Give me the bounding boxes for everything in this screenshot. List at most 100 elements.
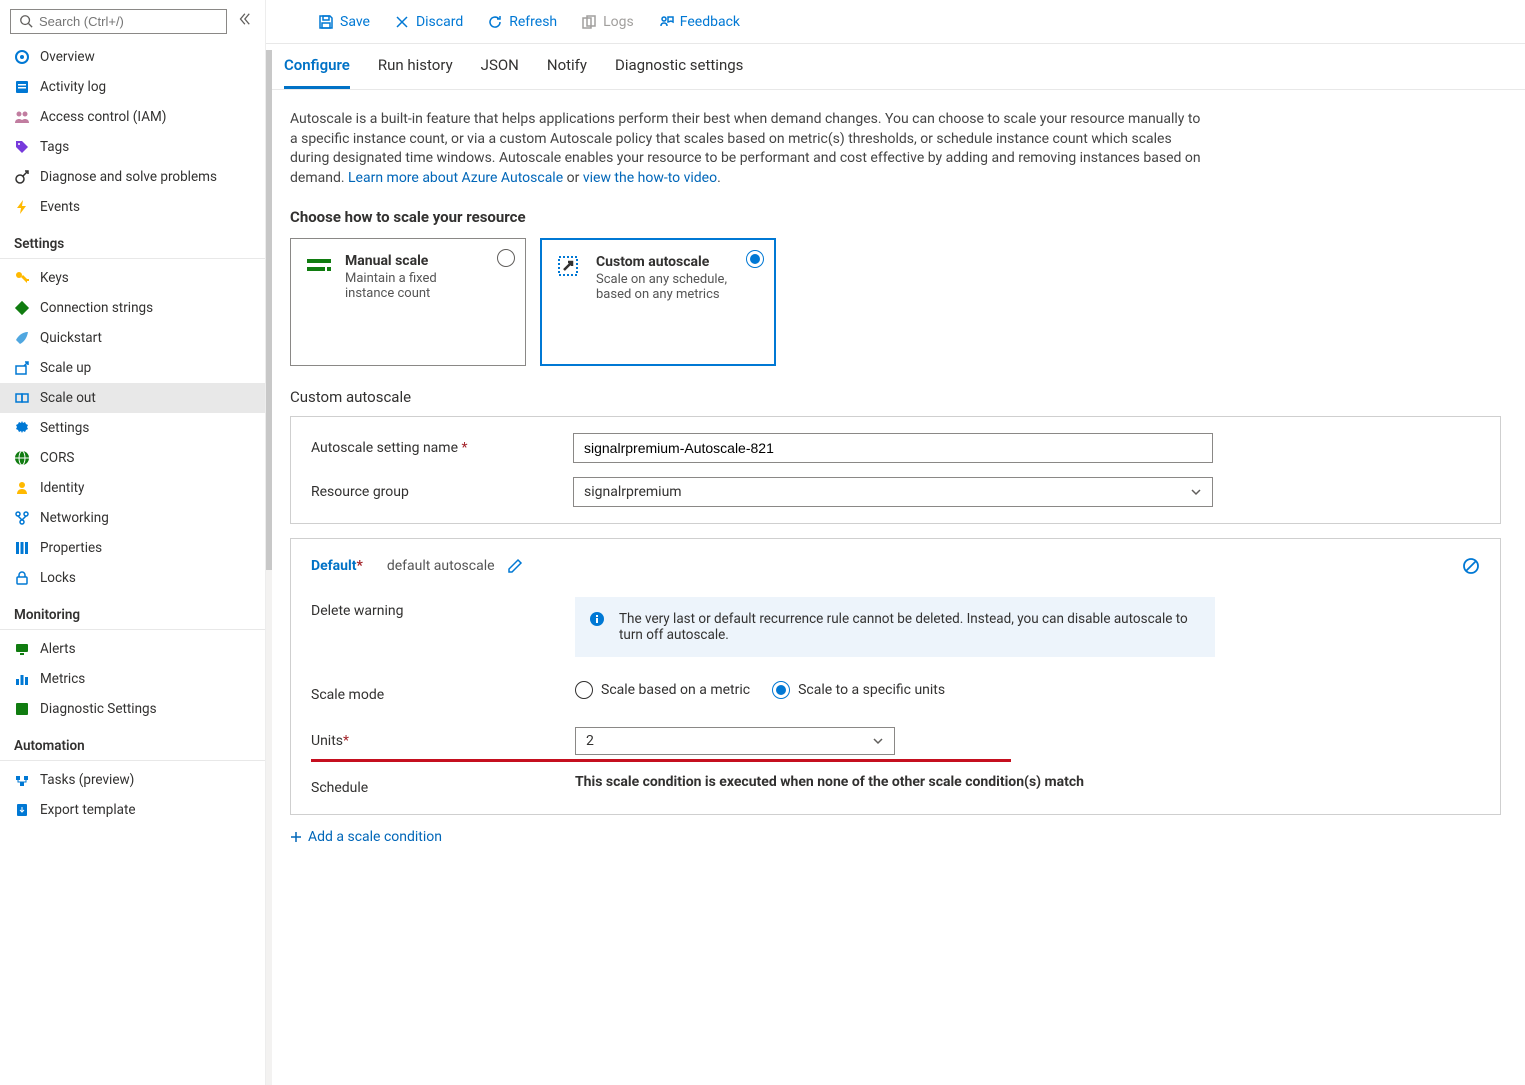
nav-networking[interactable]: Networking [0,503,265,533]
section-automation-header: Automation [0,724,265,761]
choose-title: Choose how to scale your resource [290,208,1501,226]
search-icon [19,14,33,28]
nav-tags[interactable]: Tags [0,132,265,162]
rg-value: signalrpremium [584,484,682,500]
nav-tasks[interactable]: Tasks (preview) [0,765,265,795]
nav-label: Tasks (preview) [40,772,134,788]
discard-label: Discard [416,14,463,30]
nav-label: Diagnose and solve problems [40,169,217,185]
nav-label: Scale out [40,390,96,406]
default-title: Default* [311,558,363,574]
edit-icon[interactable] [507,558,523,574]
scrollbar[interactable] [266,50,272,1085]
feedback-label: Feedback [680,14,740,30]
nav-access-control[interactable]: Access control (IAM) [0,102,265,132]
nav-export-template[interactable]: Export template [0,795,265,825]
nav-scale-up[interactable]: Scale up [0,353,265,383]
units-value: 2 [586,733,594,749]
custom-radio[interactable] [746,250,764,268]
tab-notify[interactable]: Notify [547,44,587,89]
tabs: Configure Run history JSON Notify Diagno… [266,44,1525,90]
tab-json[interactable]: JSON [481,44,519,89]
intro-text: Autoscale is a built-in feature that hel… [290,110,1210,188]
nav-events[interactable]: Events [0,192,265,222]
default-subtitle: default autoscale [387,558,495,574]
nav-activity-log[interactable]: Activity log [0,72,265,102]
feedback-icon [658,14,674,30]
nav-scale-out[interactable]: Scale out [0,383,265,413]
schedule-note: This scale condition is executed when no… [575,774,1215,790]
save-button[interactable]: Save [308,8,380,36]
nav-label: Locks [40,570,76,586]
info-icon [589,611,605,627]
nav-settings[interactable]: Settings [0,413,265,443]
scale-specific-units-option[interactable]: Scale to a specific units [772,681,945,699]
nav-label: Metrics [40,671,85,687]
nav-label: Access control (IAM) [40,109,167,125]
save-icon [318,14,334,30]
units-select[interactable]: 2 [575,727,895,755]
plus-icon [290,831,302,843]
add-scale-condition-link[interactable]: Add a scale condition [290,829,1501,845]
nav-quickstart[interactable]: Quickstart [0,323,265,353]
search-input-wrap[interactable] [10,9,227,34]
resource-group-select[interactable]: signalrpremium [573,477,1213,507]
resource-group-label: Resource group [311,484,561,500]
tab-configure[interactable]: Configure [284,44,350,89]
nav-cors[interactable]: CORS [0,443,265,473]
main-content: Save Discard Refresh Logs Feedback Confi… [266,0,1525,1085]
collapse-sidebar-button[interactable] [233,8,255,34]
chevron-down-icon [1190,486,1202,498]
nav-overview[interactable]: Overview [0,42,265,72]
custom-desc: Scale on any schedule, based on any metr… [596,272,734,302]
manual-scale-card[interactable]: Manual scale Maintain a fixed instance c… [290,238,526,366]
scale-metric-option[interactable]: Scale based on a metric [575,681,750,699]
units-label: Units* [311,727,575,749]
nav-label: Identity [40,480,84,496]
nav-label: Scale up [40,360,91,376]
nav-label: Activity log [40,79,106,95]
refresh-button[interactable]: Refresh [477,8,567,36]
nav-label: Export template [40,802,136,818]
nav-diagnostic-settings[interactable]: Diagnostic Settings [0,694,265,724]
nav-properties[interactable]: Properties [0,533,265,563]
logs-icon [581,14,597,30]
feedback-button[interactable]: Feedback [648,8,750,36]
sidebar: Overview Activity log Access control (IA… [0,0,266,1085]
logs-button: Logs [571,8,644,36]
tab-diagnostic-settings[interactable]: Diagnostic settings [615,44,743,89]
nav-label: Properties [40,540,102,556]
custom-autoscale-card[interactable]: Custom autoscale Scale on any schedule, … [540,238,776,366]
intro-link-video[interactable]: view the how-to video [583,170,717,186]
autoscale-name-label: Autoscale setting name * [311,440,561,456]
nav-label: Settings [40,420,89,436]
nav-alerts[interactable]: Alerts [0,634,265,664]
section-settings-header: Settings [0,222,265,259]
refresh-icon [487,14,503,30]
nav-locks[interactable]: Locks [0,563,265,593]
autoscale-name-input[interactable] [573,433,1213,463]
nav-identity[interactable]: Identity [0,473,265,503]
nav-connection-strings[interactable]: Connection strings [0,293,265,323]
nav-label: Quickstart [40,330,102,346]
logs-label: Logs [603,14,634,30]
schedule-label: Schedule [311,774,575,796]
toolbar: Save Discard Refresh Logs Feedback [266,0,1525,44]
manual-title: Manual scale [345,253,485,269]
custom-autoscale-icon [556,254,584,282]
nav-metrics[interactable]: Metrics [0,664,265,694]
tab-run-history[interactable]: Run history [378,44,453,89]
nav-label: Diagnostic Settings [40,701,157,717]
manual-radio[interactable] [497,249,515,267]
delete-warning-message: The very last or default recurrence rule… [575,597,1215,657]
refresh-label: Refresh [509,14,557,30]
nav-keys[interactable]: Keys [0,263,265,293]
nav-label: Connection strings [40,300,153,316]
search-input[interactable] [39,14,218,29]
nav-label: Overview [40,49,95,65]
highlight-underline [311,759,1011,762]
nav-diagnose[interactable]: Diagnose and solve problems [0,162,265,192]
intro-link-learn-more[interactable]: Learn more about Azure Autoscale [348,170,563,186]
discard-button[interactable]: Discard [384,8,473,36]
disable-icon[interactable] [1462,557,1480,575]
